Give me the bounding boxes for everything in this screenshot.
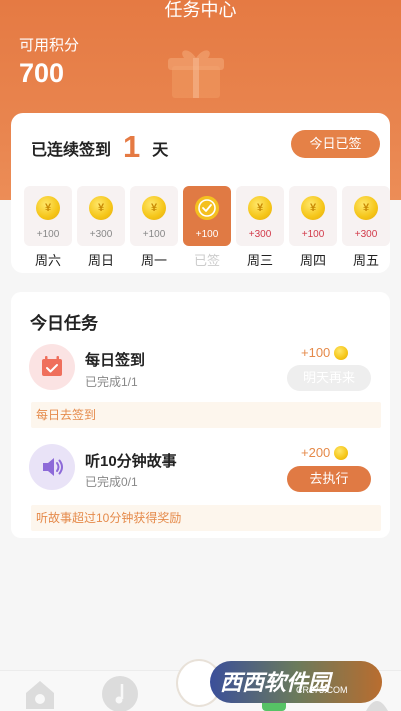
day-points: +300 (89, 229, 113, 240)
day-item[interactable]: ¥ +100 周四 (289, 186, 337, 269)
points-value: 700 (19, 58, 65, 88)
coin-icon: ¥ (354, 196, 378, 220)
streak-prefix: 已连续签到 (31, 142, 112, 159)
speaker-icon (29, 444, 75, 490)
day-points: +100 (36, 229, 60, 240)
day-item-signed[interactable]: +100 已签 (183, 186, 231, 269)
day-box: ¥ +300 (236, 186, 284, 246)
home-icon[interactable] (20, 675, 60, 711)
coin-icon: ¥ (301, 196, 325, 220)
day-item[interactable]: ¥ +300 周日 (77, 186, 125, 269)
page-title: 任务中心 (164, 0, 237, 20)
day-item[interactable]: ¥ +300 周五 (342, 186, 390, 269)
day-points: +100 (195, 229, 219, 240)
day-list: ¥ +100 周六 ¥ +300 周日 ¥ +100 周一 +100 已签 ¥ … (18, 186, 390, 272)
day-label: 周日 (87, 253, 114, 268)
check-icon (195, 196, 219, 220)
signin-card: 已连续签到 1 天 今日已签 ¥ +100 周六 ¥ +300 周日 ¥ +10… (11, 113, 390, 273)
task-reward-value: +100 (301, 345, 331, 360)
tasks-title: 今日任务 (30, 314, 98, 333)
execute-task-button[interactable]: 去执行 (287, 466, 371, 492)
watermark-subtext: CR173.COM (296, 685, 348, 695)
day-item[interactable]: ¥ +100 周一 (130, 186, 178, 269)
signed-today-button[interactable]: 今日已签 (291, 130, 380, 158)
day-box: ¥ +100 (24, 186, 72, 246)
streak-count: 1 (123, 129, 141, 164)
day-item[interactable]: ¥ +100 周六 (24, 186, 72, 269)
day-label: 周六 (34, 253, 61, 268)
task-name: 每日签到 (85, 352, 146, 369)
task-progress: 已完成1/1 (85, 375, 138, 389)
points-label: 可用积分 (19, 37, 80, 54)
coin-icon (334, 445, 349, 460)
task-progress: 已完成0/1 (85, 475, 138, 489)
day-points: +300 (248, 229, 272, 240)
day-points: +100 (301, 229, 325, 240)
coin-icon: ¥ (36, 196, 60, 220)
task-reward-value: +200 (301, 445, 331, 460)
watermark-logo: 西西软件园 CR173.COM (176, 655, 386, 707)
day-label: 周五 (352, 253, 379, 268)
coin-icon (334, 345, 349, 360)
come-tomorrow-button[interactable]: 明天再来 (287, 365, 371, 391)
task-reward: +200 (301, 445, 349, 460)
coin-icon: ¥ (89, 196, 113, 220)
music-icon[interactable] (100, 674, 140, 711)
coin-icon: ¥ (248, 196, 272, 220)
task-reward: +100 (301, 345, 349, 360)
streak-info: 已连续签到 1 天 (31, 131, 168, 163)
day-label: 周三 (246, 253, 273, 268)
day-points: +300 (354, 229, 378, 240)
gift-icon (168, 50, 224, 98)
streak-suffix: 天 (152, 142, 169, 159)
day-item[interactable]: ¥ +300 周三 (236, 186, 284, 269)
day-box: ¥ +300 (77, 186, 125, 246)
coin-icon: ¥ (142, 196, 166, 220)
task-name: 听10分钟故事 (85, 453, 177, 470)
tasks-card: 今日任务 每日签到 已完成1/1 +100 明天再来 每日去签到 听10分钟故事… (11, 292, 390, 538)
day-box: +100 (183, 186, 231, 246)
task-hint: 每日去签到 (31, 402, 381, 428)
day-points: +100 (142, 229, 166, 240)
day-box: ¥ +300 (342, 186, 390, 246)
task-hint: 听故事超过10分钟获得奖励 (31, 505, 381, 531)
day-box: ¥ +100 (289, 186, 337, 246)
day-box: ¥ +100 (130, 186, 178, 246)
day-label: 已签 (193, 253, 220, 268)
day-label: 周四 (299, 253, 326, 268)
day-label: 周一 (140, 253, 167, 268)
calendar-icon (29, 344, 75, 390)
